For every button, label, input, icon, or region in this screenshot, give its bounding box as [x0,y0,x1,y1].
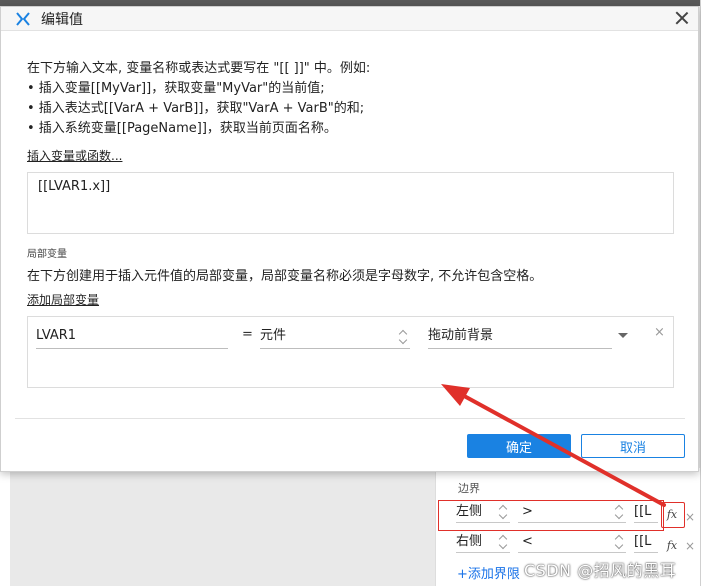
fx-icon[interactable]: fx [664,507,680,523]
cancel-button[interactable]: 取消 [581,434,685,458]
local-variable-type-select[interactable]: 元件 [260,325,410,349]
fx-icon[interactable]: fx [664,538,680,554]
chevron-down-icon[interactable] [618,333,628,338]
boundary-side-select[interactable]: 右侧 [456,531,510,553]
boundary-value-input[interactable]: [[L [634,531,658,553]
add-boundary-link[interactable]: +添加界限 [457,563,520,582]
add-local-variable-link[interactable]: 添加局部变量 [27,291,99,308]
instruction-line: 在下方输入文本, 变量名称或表达式要写在 "[[ ]]" 中。例如: [27,61,371,76]
instruction-line: • 插入变量[[MyVar]]，获取变量"MyVar"的当前值; [27,81,325,96]
divider [15,418,685,419]
close-icon[interactable] [674,10,690,26]
edit-value-dialog: 编辑值 在下方输入文本, 变量名称或表达式要写在 "[[ ]]" 中。例如: •… [0,6,699,472]
local-variable-name-input[interactable]: LVAR1 [36,325,228,349]
ok-button[interactable]: 确定 [467,434,571,458]
boundary-section-label: 边界 [458,482,480,495]
local-variables-list: LVAR1 = 元件 拖动前背景 × [27,316,674,388]
dialog-titlebar: 编辑值 [1,7,698,31]
local-variable-property-select[interactable]: 拖动前背景 [428,325,612,349]
spinner-icon [616,534,624,550]
value-editor[interactable]: [[LVAR1.x]] [27,172,674,234]
watermark: CSDN @招风的黑耳 [524,561,677,580]
instructions: 在下方输入文本, 变量名称或表达式要写在 "[[ ]]" 中。例如: • 插入变… [27,59,370,139]
boundary-row-right: 右侧 < [[L [456,530,658,554]
dialog-title: 编辑值 [41,11,83,28]
local-variables-heading: 局部变量 [27,249,67,260]
axure-logo-icon [15,11,31,27]
annotation-highlight-row [438,500,664,531]
boundary-operator-select[interactable]: < [518,531,626,553]
spinner-icon [400,329,408,345]
equals-sign: = [242,327,253,342]
remove-boundary-icon[interactable]: × [685,539,695,553]
insert-variable-link[interactable]: 插入变量或函数... [27,147,122,164]
canvas-area [0,472,10,586]
remove-local-variable-icon[interactable]: × [654,325,665,340]
local-variables-description: 在下方创建用于插入元件值的局部变量，局部变量名称必须是字母数字, 不允许包含空格… [27,269,543,284]
instruction-line: • 插入系统变量[[PageName]]，获取当前页面名称。 [27,121,337,136]
spinner-icon [500,534,508,550]
remove-boundary-icon[interactable]: × [685,510,695,524]
instruction-line: • 插入表达式[[VarA + VarB]]，获取"VarA + VarB"的和… [27,101,365,116]
